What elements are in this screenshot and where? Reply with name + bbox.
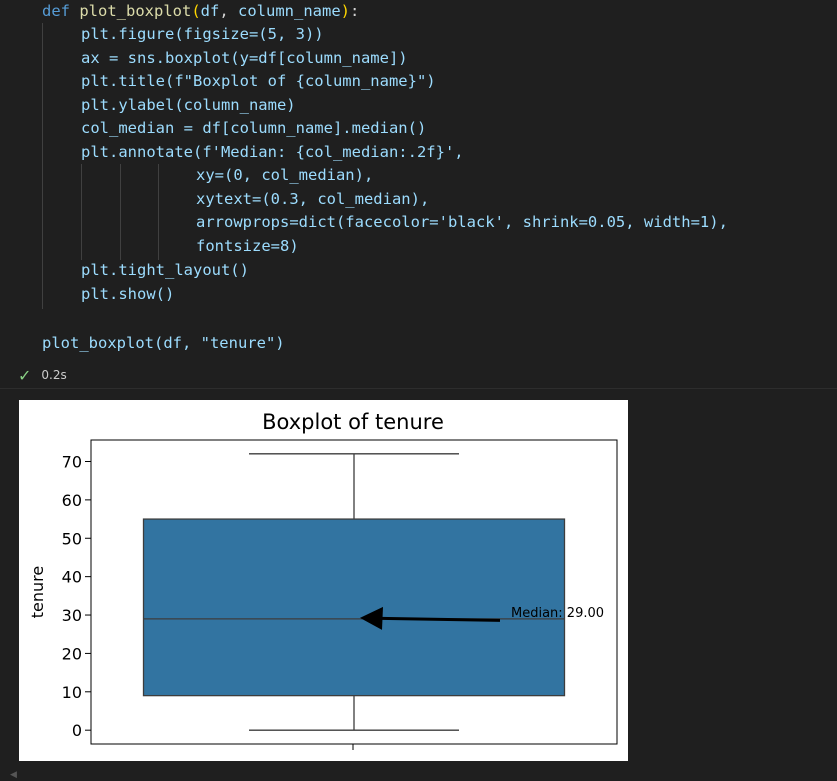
check-icon: ✓ <box>18 365 32 385</box>
code-line-ylabel[interactable]: plt.ylabel(column_name) <box>81 94 296 117</box>
code-line-title[interactable]: plt.title(f"Boxplot of {column_name}") <box>81 70 436 93</box>
indent-guide <box>158 164 159 260</box>
plot-output: Boxplot of tenure tenure 0 10 20 30 40 50 60 70… <box>19 400 628 761</box>
code-line-figure[interactable]: plt.figure(figsize=(5, 3)) <box>81 23 324 46</box>
execution-time: 0.2s <box>41 368 67 382</box>
code-line-annotate-fontsize[interactable]: fontsize=8) <box>196 235 299 258</box>
chart-title: Boxplot of tenure <box>262 410 444 434</box>
indent-guide <box>42 23 43 309</box>
y-tick-label: 0 <box>72 721 82 740</box>
cell-divider <box>0 388 837 389</box>
code-line-annotate[interactable]: plt.annotate(f'Median: {col_median:.2f}'… <box>81 141 464 164</box>
scroll-left-icon[interactable]: ◀ <box>10 770 17 780</box>
code-line-def[interactable]: def plot_boxplot(df, column_name): <box>42 0 359 23</box>
y-tick-label: 60 <box>62 491 82 510</box>
iqr-box <box>142 518 566 697</box>
y-tick-label: 50 <box>62 529 82 548</box>
box-group <box>142 453 566 731</box>
y-axis-label: tenure <box>28 566 47 618</box>
y-tick-label: 30 <box>62 606 82 625</box>
annotation-arrow-shaft <box>378 616 501 622</box>
code-line-tight-layout[interactable]: plt.tight_layout() <box>81 259 249 282</box>
indent-guide <box>81 164 82 260</box>
y-axis-ticks: 0 10 20 30 40 50 60 70 <box>62 452 91 740</box>
code-line-boxplot[interactable]: ax = sns.boxplot(y=df[column_name]) <box>81 47 408 70</box>
code-cell[interactable]: def plot_boxplot(df, column_name): plt.f… <box>0 0 837 362</box>
code-line-annotate-xy[interactable]: xy=(0, col_median), <box>196 164 373 187</box>
indent-guide <box>120 164 121 260</box>
code-line-call[interactable]: plot_boxplot(df, "tenure") <box>42 332 285 355</box>
y-tick-label: 20 <box>62 644 82 663</box>
code-line-annotate-arrowprops[interactable]: arrowprops=dict(facecolor='black', shrin… <box>196 211 728 234</box>
y-tick-label: 10 <box>62 683 82 702</box>
y-tick-label: 70 <box>62 452 82 471</box>
y-tick-label: 40 <box>62 568 82 587</box>
code-line-show[interactable]: plt.show() <box>81 283 174 306</box>
cell-status: ✓ 0.2s <box>18 365 67 385</box>
annotation-label: Median: 29.00 <box>511 606 604 621</box>
code-line-annotate-xytext[interactable]: xytext=(0.3, col_median), <box>196 188 429 211</box>
boxplot-chart: Boxplot of tenure tenure 0 10 20 30 40 50 60 70… <box>28 410 618 750</box>
code-line-median[interactable]: col_median = df[column_name].median() <box>81 117 426 140</box>
